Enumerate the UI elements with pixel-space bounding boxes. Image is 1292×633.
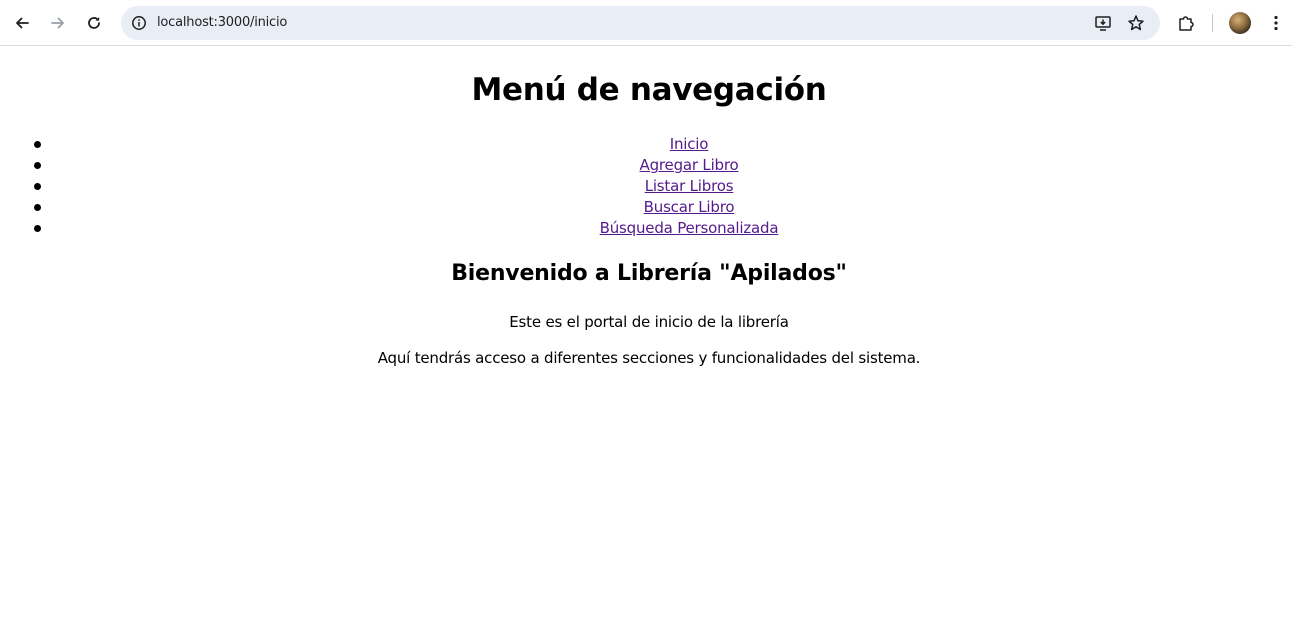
site-info-button[interactable] xyxy=(125,9,153,37)
bookmark-button[interactable] xyxy=(1122,9,1150,37)
nav-item-listar-libros: Listar Libros xyxy=(34,176,1292,197)
forward-button[interactable] xyxy=(44,9,72,37)
address-bar[interactable]: localhost:3000/inicio xyxy=(121,6,1160,40)
description-paragraph: Aquí tendrás acceso a diferentes seccion… xyxy=(377,349,921,367)
more-vert-icon xyxy=(1274,15,1278,31)
nav-item-agregar-libro: Agregar Libro xyxy=(34,155,1292,176)
reload-icon xyxy=(88,17,100,29)
install-app-icon xyxy=(1095,16,1111,31)
url-text[interactable]: localhost:3000/inicio xyxy=(157,15,287,30)
puzzle-icon xyxy=(1179,16,1194,31)
browser-menu-button[interactable] xyxy=(1262,9,1290,37)
nav-link-buscar-libro[interactable]: Buscar Libro xyxy=(644,198,735,216)
nav-link-inicio[interactable]: Inicio xyxy=(670,135,709,153)
arrow-right-icon xyxy=(51,17,64,29)
back-button[interactable] xyxy=(8,9,36,37)
avatar[interactable] xyxy=(1229,12,1251,34)
arrow-left-icon xyxy=(16,17,29,29)
nav-link-agregar-libro[interactable]: Agregar Libro xyxy=(640,156,739,174)
toolbar-divider xyxy=(1212,14,1213,32)
nav-link-busqueda-personalizada[interactable]: Búsqueda Personalizada xyxy=(600,219,779,237)
reload-button[interactable] xyxy=(80,9,108,37)
nav-item-busqueda-personalizada: Búsqueda Personalizada xyxy=(34,218,1292,239)
intro-paragraph: Este es el portal de inicio de la librer… xyxy=(509,313,789,331)
star-icon xyxy=(1128,15,1144,31)
install-app-button[interactable] xyxy=(1089,9,1117,37)
nav-link-listar-libros[interactable]: Listar Libros xyxy=(645,177,734,195)
info-circle-icon xyxy=(132,16,146,30)
nav-item-buscar-libro: Buscar Libro xyxy=(34,197,1292,218)
nav-item-inicio: Inicio xyxy=(34,134,1292,155)
extensions-button[interactable] xyxy=(1172,9,1200,37)
nav-menu: Inicio Agregar Libro Listar Libros Busca… xyxy=(0,134,1292,239)
page-title: Menú de navegación xyxy=(471,72,827,108)
welcome-heading: Bienvenido a Librería "Apilados" xyxy=(451,261,847,286)
browser-toolbar: localhost:3000/inicio xyxy=(0,0,1292,46)
